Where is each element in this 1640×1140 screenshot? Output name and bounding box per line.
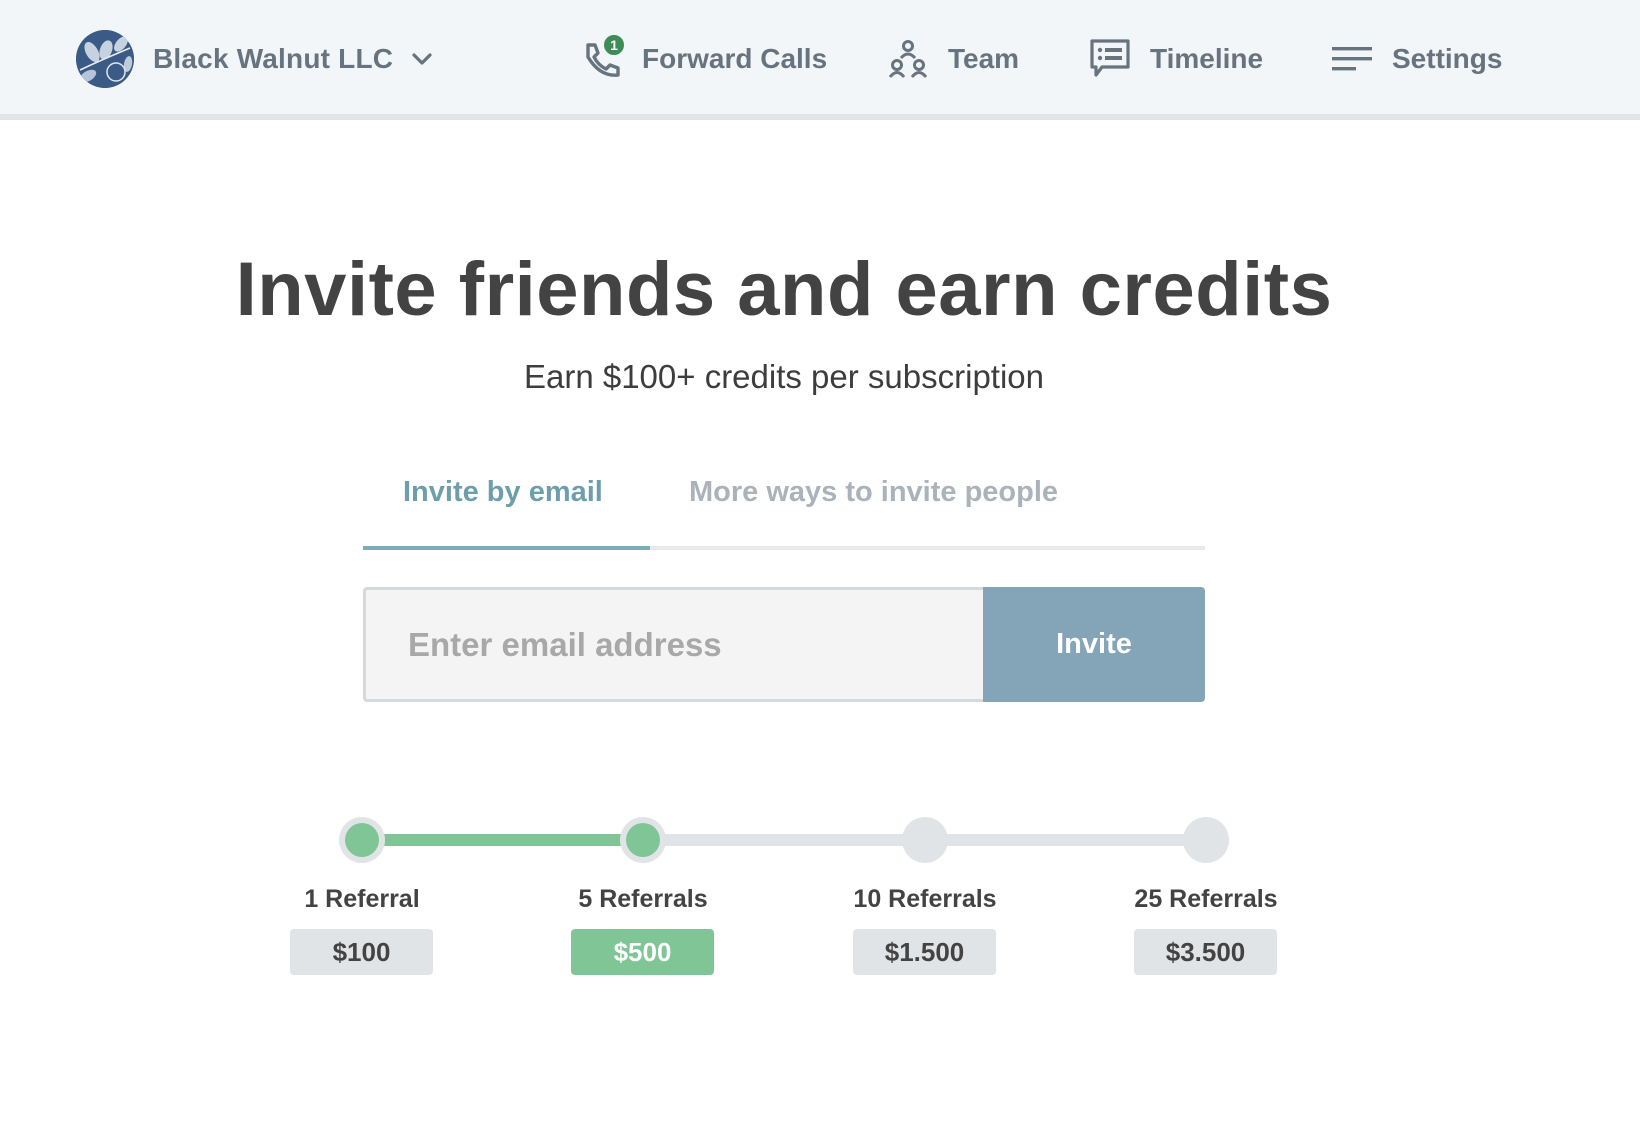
team-icon — [886, 37, 930, 81]
tab-invite-by-email[interactable]: Invite by email — [403, 476, 603, 509]
step-label: 25 Referrals — [1134, 885, 1278, 913]
company-name: Black Walnut LLC — [153, 43, 394, 74]
page-subtitle: Earn $100+ credits per subscription — [523, 358, 1045, 395]
forward-calls-badge: 1 — [602, 33, 626, 57]
active-tab-indicator — [363, 546, 650, 550]
step-reward-badge: $3.500 — [1134, 929, 1277, 975]
nav-forward-calls-label: Forward Calls — [642, 43, 828, 74]
nav-team[interactable]: Team — [886, 36, 1019, 82]
step-reward-badge: $100 — [290, 929, 433, 975]
nav-forward-calls[interactable]: 1 Forward Calls — [580, 33, 828, 82]
step-marker-3 — [902, 817, 948, 863]
nav-timeline-label: Timeline — [1150, 43, 1264, 74]
chat-list-icon — [1088, 37, 1132, 81]
menu-lines-icon — [1330, 37, 1374, 81]
email-input[interactable] — [363, 587, 983, 702]
nav-settings[interactable]: Settings — [1330, 36, 1502, 82]
step-label: 1 Referral — [304, 885, 420, 913]
nav-team-label: Team — [948, 43, 1020, 74]
invite-button[interactable]: Invite — [983, 587, 1205, 702]
walnut-leaf-logo-icon — [76, 30, 134, 88]
company-switcher[interactable]: Black Walnut LLC — [76, 30, 433, 88]
tab-more-ways[interactable]: More ways to invite people — [689, 476, 1058, 509]
step-marker-2 — [620, 817, 666, 863]
progress-track-fill — [362, 834, 643, 846]
step-label: 5 Referrals — [578, 885, 708, 913]
page-title: Invite friends and earn credits — [235, 247, 1333, 332]
top-navbar: Black Walnut LLC 1 Forward Calls Team Ti… — [0, 0, 1640, 120]
nav-timeline[interactable]: Timeline — [1088, 36, 1263, 82]
step-reward-badge: $1.500 — [853, 929, 996, 975]
step-marker-1 — [339, 817, 385, 863]
invite-tabs: Invite by email More ways to invite peop… — [363, 470, 1205, 550]
invite-form: Invite — [363, 587, 1205, 702]
phone-forward-icon: 1 — [580, 33, 626, 81]
step-marker-4 — [1183, 817, 1229, 863]
company-logo-avatar — [76, 30, 134, 88]
step-reward-badge: $500 — [571, 929, 714, 975]
chevron-down-icon — [411, 48, 433, 70]
step-label: 10 Referrals — [853, 885, 997, 913]
nav-settings-label: Settings — [1392, 43, 1503, 74]
